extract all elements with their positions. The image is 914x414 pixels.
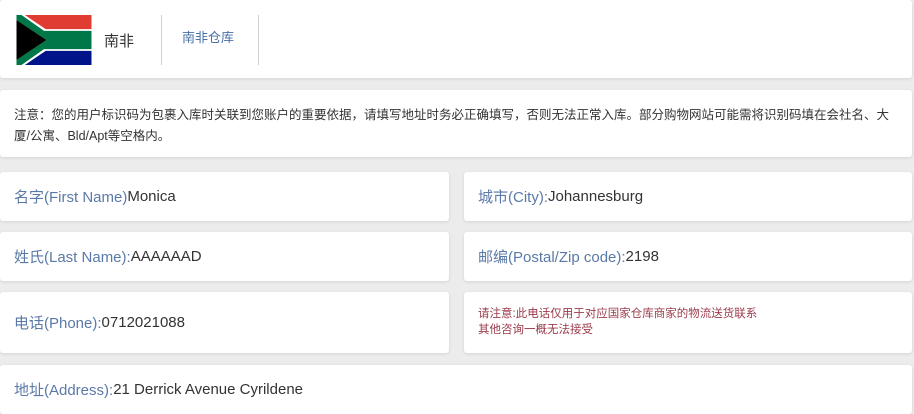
phone-note-line: 请注意:此电话仅用于对应国家仓库商家的物流送货联系 bbox=[478, 308, 758, 320]
south-africa-flag-icon bbox=[14, 15, 94, 65]
phone-note-box: 请注意:此电话仅用于对应国家仓库商家的物流送货联系 其他咨询一概无法接受 bbox=[464, 292, 912, 353]
phone-note-line: 其他咨询一概无法接受 bbox=[478, 324, 593, 336]
zip-code-field: 邮编(Postal/Zip code): 2198 bbox=[464, 232, 912, 281]
phone-label: 电话(Phone): bbox=[14, 315, 102, 332]
city-field: 城市(City): Johannesburg bbox=[464, 172, 912, 221]
tab-south-africa-warehouse[interactable]: 南非仓库 bbox=[182, 27, 234, 46]
city-value: Johannesburg bbox=[548, 188, 644, 205]
phone-field: 电话(Phone): 0712021088 bbox=[0, 292, 449, 353]
last-name-value: AAAAAAD bbox=[130, 248, 202, 265]
notice-box: 注意：您的用户标识码为包裹入库时关联到您账户的重要依据，请填写地址时务必正确填写… bbox=[0, 90, 912, 157]
address-field: 地址(Address): 21 Derrick Avenue Cyrildene bbox=[0, 365, 912, 414]
first-name-value: Monica bbox=[127, 188, 176, 205]
country-name: 南非 bbox=[104, 33, 135, 50]
zip-code-value: 2198 bbox=[625, 248, 659, 265]
header-divider bbox=[161, 15, 162, 65]
notice-text: 注意：您的用户标识码为包裹入库时关联到您账户的重要依据，请填写地址时务必正确填写… bbox=[14, 108, 890, 143]
last-name-field: 姓氏(Last Name): AAAAAAD bbox=[0, 232, 449, 281]
phone-value: 0712021088 bbox=[101, 314, 185, 331]
country-header: 南非 南非仓库 bbox=[0, 0, 912, 78]
address-label: 地址(Address): bbox=[14, 382, 114, 399]
zip-code-label: 邮编(Postal/Zip code): bbox=[478, 249, 626, 266]
header-divider bbox=[258, 15, 259, 65]
first-name-field: 名字(First Name) Monica bbox=[0, 172, 449, 221]
last-name-label: 姓氏(Last Name): bbox=[14, 249, 131, 266]
address-value: 21 Derrick Avenue Cyrildene bbox=[113, 381, 304, 398]
first-name-label: 名字(First Name) bbox=[14, 189, 128, 206]
city-label: 城市(City): bbox=[478, 189, 548, 206]
